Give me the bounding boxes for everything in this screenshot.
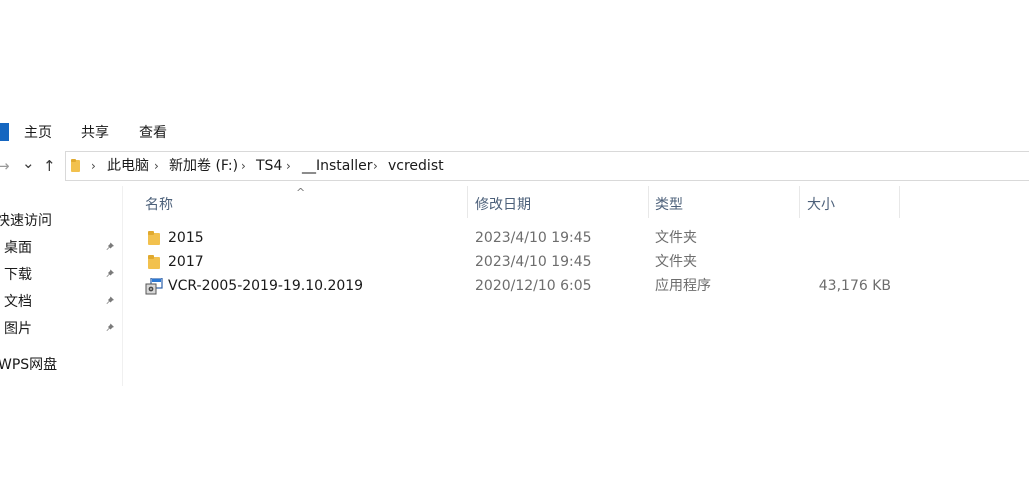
file-name: VCR-2005-2019-19.10.2019 (168, 278, 364, 294)
chevron-down-icon[interactable]: ⌄ (22, 154, 35, 172)
sidebar-item-downloads[interactable]: 下载 (4, 266, 32, 284)
column-header-modified[interactable]: 修改日期 (475, 196, 531, 214)
file-type: 应用程序 (655, 278, 711, 294)
file-tab[interactable] (0, 123, 9, 141)
breadcrumb-volume[interactable]: 新加卷 (F:) (169, 157, 238, 175)
file-name: 2017 (168, 254, 204, 270)
file-size: 43,176 KB (818, 278, 891, 294)
folder-icon (71, 159, 80, 172)
column-header-size[interactable]: 大小 (807, 196, 835, 214)
tab-share[interactable]: 共享 (81, 122, 109, 142)
breadcrumb-this-pc[interactable]: 此电脑 (107, 157, 149, 175)
column-header-name[interactable]: 名称 (145, 196, 173, 214)
column-divider[interactable] (899, 186, 900, 218)
breadcrumb-separator-icon: › (373, 159, 378, 173)
breadcrumb-separator-icon: › (241, 159, 246, 173)
column-divider[interactable] (648, 186, 649, 218)
sidebar-item-wps-drive[interactable]: WPS网盘 (0, 356, 57, 374)
pin-icon[interactable] (106, 241, 117, 252)
list-item[interactable]: 2015 2023/4/10 19:45 文件夹 (130, 226, 910, 250)
sidebar-divider (122, 186, 123, 386)
sidebar-item-quick-access[interactable]: 快速访问 (0, 212, 52, 230)
sidebar-item-desktop[interactable]: 桌面 (4, 239, 32, 257)
breadcrumb-separator-icon: › (91, 159, 96, 173)
sidebar-item-documents[interactable]: 文档 (4, 293, 32, 311)
address-bar[interactable]: › 此电脑 › 新加卷 (F:) › TS4 › __Installer › v… (65, 151, 1029, 181)
sort-ascending-icon: ^ (296, 186, 306, 199)
column-divider[interactable] (467, 186, 468, 218)
list-item[interactable]: VCR-2005-2019-19.10.2019 2020/12/10 6:05… (130, 274, 910, 298)
folder-icon (148, 255, 160, 269)
file-type: 文件夹 (655, 230, 697, 246)
column-divider[interactable] (799, 186, 800, 218)
breadcrumb-separator-icon: › (154, 159, 159, 173)
column-header-type[interactable]: 类型 (655, 196, 683, 214)
breadcrumb-vcredist[interactable]: vcredist (388, 157, 444, 175)
sidebar-item-pictures[interactable]: 图片 (4, 320, 32, 338)
file-type: 文件夹 (655, 254, 697, 270)
file-modified: 2023/4/10 19:45 (475, 254, 592, 270)
pin-icon[interactable] (106, 295, 117, 306)
file-name: 2015 (168, 230, 204, 246)
file-modified: 2020/12/10 6:05 (475, 278, 592, 294)
file-modified: 2023/4/10 19:45 (475, 230, 592, 246)
installer-app-icon (145, 278, 163, 295)
tab-home[interactable]: 主页 (24, 122, 52, 142)
breadcrumb-separator-icon: › (286, 159, 291, 173)
list-item[interactable]: 2017 2023/4/10 19:45 文件夹 (130, 250, 910, 274)
pin-icon[interactable] (106, 268, 117, 279)
pin-icon[interactable] (106, 322, 117, 333)
forward-arrow-icon[interactable]: → (0, 157, 10, 175)
up-arrow-icon[interactable]: ↑ (43, 157, 56, 175)
breadcrumb-ts4[interactable]: TS4 (256, 157, 282, 175)
breadcrumb-installer[interactable]: __Installer (302, 157, 373, 175)
tab-view[interactable]: 查看 (139, 122, 167, 142)
folder-icon (148, 231, 160, 245)
